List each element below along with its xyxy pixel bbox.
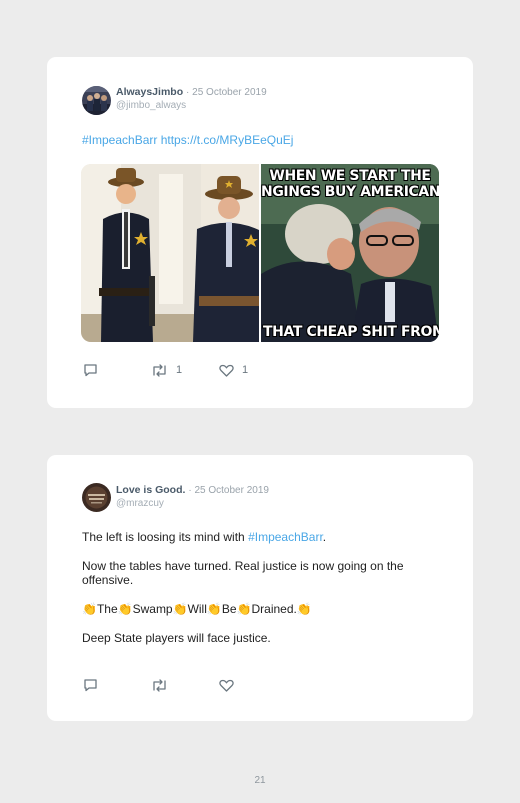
tweet-header: AlwaysJimbo · 25 October 2019 @jimbo_alw… [116, 86, 267, 112]
avatar[interactable] [82, 483, 111, 512]
tweet-date[interactable]: · 25 October 2019 [188, 485, 269, 496]
clapping-hands-icon: 👏 [172, 602, 188, 616]
hashtag-link[interactable]: #ImpeachBarr [248, 530, 323, 544]
retweet-button[interactable]: 1 [151, 363, 219, 377]
tweet-media[interactable]: WHEN WE START THE NGINGS BUY AMERICAN RO… [81, 164, 439, 342]
tweet-actions [83, 678, 234, 692]
like-button[interactable]: 1 [219, 364, 248, 377]
tweet-header: Love is Good. · 25 October 2019 @mrazcuy [116, 484, 269, 510]
author-handle[interactable]: @mrazcuy [116, 498, 164, 509]
reply-icon [83, 678, 98, 692]
clapping-hands-icon: 👏 [236, 602, 252, 616]
clap-word: Swamp [132, 602, 173, 616]
tweet-text: The left is loosing its mind with #Impea… [82, 530, 442, 645]
tweet-paragraph-claps: 👏The👏Swamp👏Will👏Be👏Drained.👏 [82, 602, 442, 616]
meme-caption-top-line2: NGINGS BUY AMERICAN RO [261, 184, 439, 200]
clapping-hands-icon: 👏 [296, 602, 312, 616]
reply-button[interactable] [83, 678, 151, 692]
tweet-text: #ImpeachBarr https://t.co/MRyBEeQuEj [82, 133, 442, 147]
retweet-button[interactable] [151, 678, 219, 692]
tweet-date[interactable]: · 25 October 2019 [186, 87, 267, 98]
meme-caption-bottom: THAT CHEAP SHIT FROM C [263, 324, 439, 340]
author-name[interactable]: Love is Good. [116, 484, 185, 496]
tweet-card: Love is Good. · 25 October 2019 @mrazcuy… [47, 455, 473, 721]
url-link[interactable]: https://t.co/MRyBEeQuEj [161, 133, 294, 147]
meme-caption-top-line1: WHEN WE START THE [269, 168, 431, 184]
author-handle[interactable]: @jimbo_always [116, 100, 186, 111]
avatar[interactable] [82, 86, 111, 115]
clap-word: Will [187, 602, 207, 616]
media-image-right[interactable]: WHEN WE START THE NGINGS BUY AMERICAN RO… [261, 164, 439, 342]
reply-icon [83, 363, 98, 377]
clapping-hands-icon: 👏 [117, 602, 133, 616]
heart-icon [219, 679, 234, 692]
clap-word: The [96, 602, 118, 616]
tweet-paragraph: Deep State players will face justice. [82, 631, 271, 645]
page-number: 21 [254, 775, 266, 786]
hashtag-link[interactable]: #ImpeachBarr [82, 133, 157, 147]
reply-button[interactable] [83, 363, 151, 377]
like-button[interactable] [219, 679, 234, 692]
clap-word: Be [221, 602, 237, 616]
like-count: 1 [242, 364, 249, 376]
media-image-left[interactable] [81, 164, 259, 342]
heart-icon [219, 364, 234, 377]
tweet-actions: 1 1 [83, 363, 248, 377]
clapping-hands-icon: 👏 [82, 602, 97, 616]
text-segment: The left is loosing its mind with [82, 530, 249, 544]
tweet-paragraph: Now the tables have turned. Real justice… [82, 559, 404, 587]
meme-caption-top: WHEN WE START THE NGINGS BUY AMERICAN RO [261, 168, 439, 200]
tweet-paragraph: The left is loosing its mind with #Impea… [82, 530, 442, 544]
clapping-hands-icon: 👏 [206, 602, 222, 616]
tweet-card: AlwaysJimbo · 25 October 2019 @jimbo_alw… [47, 57, 473, 408]
retweet-count: 1 [176, 364, 183, 376]
retweet-icon [151, 363, 168, 377]
author-name[interactable]: AlwaysJimbo [116, 86, 183, 98]
text-segment: . [322, 530, 327, 544]
retweet-icon [151, 678, 168, 692]
clap-word: Drained. [251, 602, 297, 616]
